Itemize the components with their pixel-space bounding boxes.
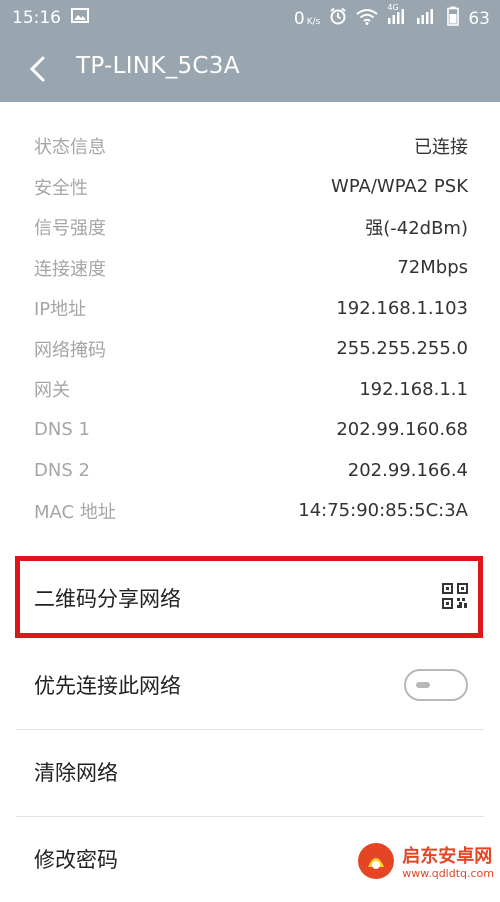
wifi-icon — [356, 8, 378, 30]
info-value: 202.99.160.68 — [336, 419, 468, 441]
info-row-security: 安全性 WPA/WPA2 PSK — [34, 167, 468, 208]
info-label: DNS 2 — [34, 459, 90, 481]
app-header: TP-LINK_5C3A — [0, 36, 500, 102]
clear-network-item[interactable]: 清除网络 — [34, 729, 468, 815]
info-value: 202.99.166.4 — [347, 459, 468, 481]
info-label: 信号强度 — [34, 218, 106, 240]
signal-icon — [416, 7, 438, 30]
info-value: 192.168.1.103 — [336, 297, 468, 319]
network-info-list: 状态信息 已连接 安全性 WPA/WPA2 PSK 信号强度 强(-42dBm) 连接… — [34, 126, 468, 531]
info-row-dns1: DNS 1 202.99.160.68 — [34, 410, 468, 451]
info-row-speed: 连接速度 72Mbps — [34, 248, 468, 289]
signal-4g-icon: 4G — [387, 3, 407, 30]
change-password-label: 修改密码 — [34, 848, 118, 872]
info-row-mac: MAC 地址 14:75:90:85:5C:3A — [34, 491, 468, 532]
info-value: 192.168.1.1 — [359, 378, 468, 400]
info-label: 连接速度 — [34, 258, 106, 280]
back-arrow-icon — [29, 56, 45, 82]
info-value: 255.255.255.0 — [336, 338, 468, 360]
info-label: IP地址 — [34, 299, 87, 321]
info-label: DNS 1 — [34, 419, 90, 441]
info-row-dns2: DNS 2 202.99.166.4 — [34, 450, 468, 491]
priority-toggle[interactable] — [404, 669, 468, 701]
watermark-logo-icon — [356, 841, 396, 885]
page-title: TP-LINK_5C3A — [76, 53, 240, 79]
info-label: 安全性 — [34, 177, 88, 199]
info-label: 网关 — [34, 380, 70, 402]
battery-level: 63 — [468, 8, 490, 29]
status-bar: 15:16 0 K/s 4G 63 — [0, 0, 500, 36]
image-notification-icon — [71, 8, 89, 28]
info-value: 已连接 — [414, 137, 468, 159]
info-label: 网络掩码 — [34, 339, 106, 361]
info-label: 状态信息 — [34, 137, 106, 159]
clear-network-label: 清除网络 — [34, 761, 118, 785]
info-label: MAC 地址 — [34, 501, 116, 523]
priority-connect-label: 优先连接此网络 — [34, 674, 181, 698]
info-value: 强(-42dBm) — [365, 218, 468, 240]
info-row-ip: IP地址 192.168.1.103 — [34, 288, 468, 329]
priority-connect-item[interactable]: 优先连接此网络 — [34, 642, 468, 728]
watermark-url: www.qdldtq.com — [402, 866, 494, 880]
info-row-netmask: 网络掩码 255.255.255.0 — [34, 329, 468, 370]
info-value: 14:75:90:85:5C:3A — [298, 500, 468, 522]
toggle-knob — [416, 682, 430, 688]
info-row-gateway: 网关 192.168.1.1 — [34, 369, 468, 410]
watermark-text: 启东安卓网 — [402, 845, 493, 867]
info-value: 72Mbps — [397, 257, 468, 279]
net-speed: 0 K/s — [293, 8, 321, 29]
back-button[interactable] — [24, 54, 54, 84]
alarm-icon — [329, 7, 347, 30]
info-value: WPA/WPA2 PSK — [331, 176, 468, 198]
info-row-status: 状态信息 已连接 — [34, 126, 468, 167]
battery-icon — [447, 6, 460, 31]
watermark: 启东安卓网 www.qdldtq.com — [356, 841, 494, 885]
status-time: 15:16 — [12, 8, 61, 28]
highlight-box — [15, 556, 483, 638]
info-row-signal: 信号强度 强(-42dBm) — [34, 207, 468, 248]
